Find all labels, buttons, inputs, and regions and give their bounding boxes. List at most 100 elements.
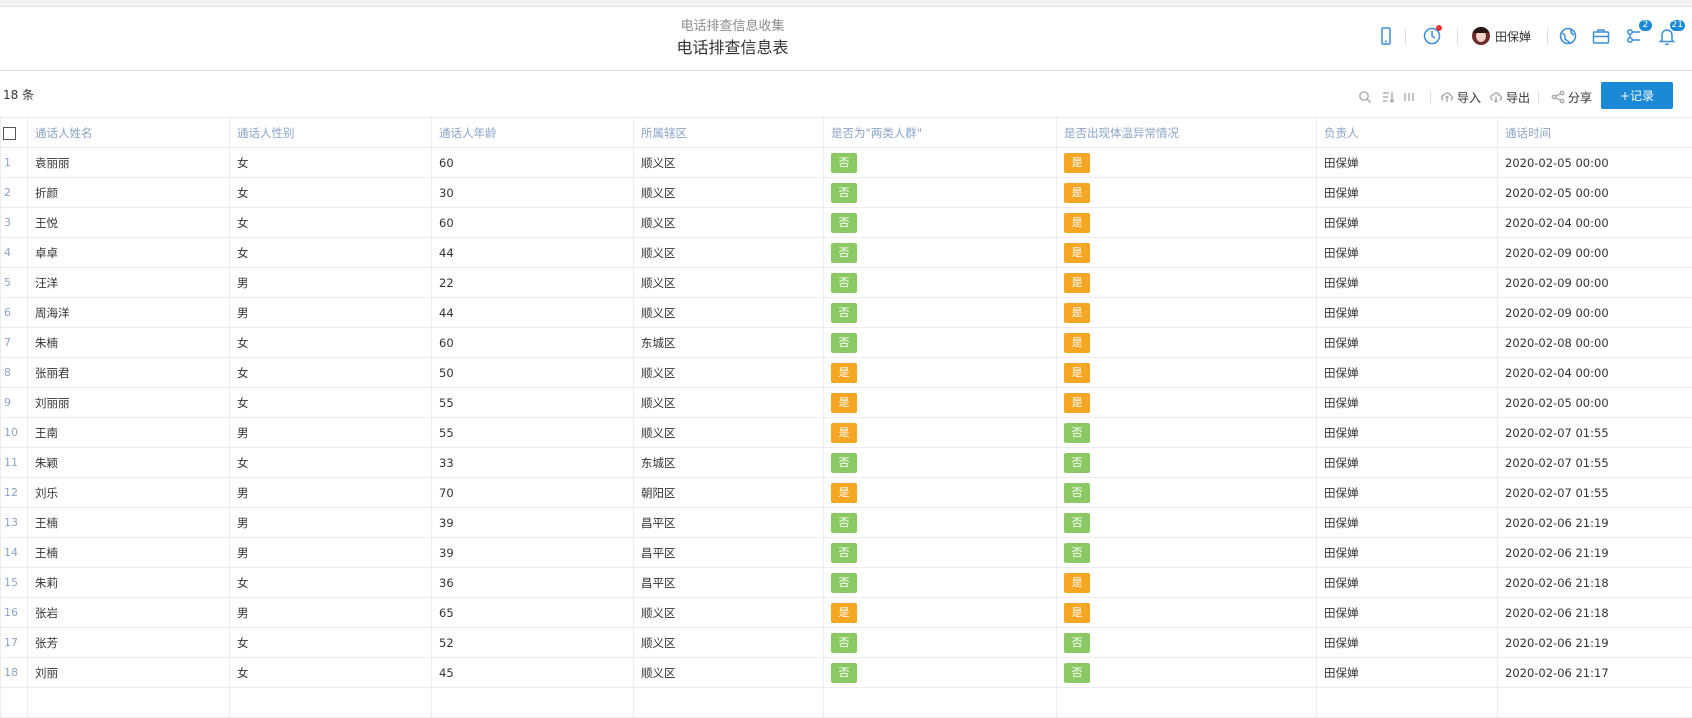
table-row[interactable]: 17张芳女52顺义区否否田保婵2020-02-06 21:19 [1, 628, 1692, 658]
cell-call-time[interactable]: 2020-02-05 00:00 [1498, 148, 1692, 178]
cell-two-groups[interactable]: 否 [824, 508, 1057, 538]
cell-gender[interactable]: 女 [230, 148, 432, 178]
cell-district[interactable]: 昌平区 [634, 538, 824, 568]
cell-two-groups[interactable]: 是 [824, 598, 1057, 628]
table-row[interactable]: 9刘丽丽女55顺义区是是田保婵2020-02-05 00:00 [1, 388, 1692, 418]
cell-temp-abnormal[interactable]: 是 [1057, 208, 1317, 238]
cell-two-groups[interactable]: 是 [824, 418, 1057, 448]
briefcase-icon[interactable] [1589, 24, 1613, 48]
cell-call-time[interactable]: 2020-02-06 21:17 [1498, 658, 1692, 688]
cell-district[interactable]: 顺义区 [634, 238, 824, 268]
sort-icon[interactable] [1381, 88, 1398, 106]
table-row[interactable]: 13王楠男39昌平区否否田保婵2020-02-06 21:19 [1, 508, 1692, 538]
cell-name[interactable]: 张岩 [28, 598, 230, 628]
cell-name[interactable]: 王南 [28, 418, 230, 448]
add-record-button[interactable]: +记录 [1601, 82, 1673, 109]
column-header[interactable]: 通话时间 [1498, 118, 1692, 148]
cell-call-time[interactable]: 2020-02-05 00:00 [1498, 178, 1692, 208]
cell-owner[interactable]: 田保婵 [1317, 178, 1498, 208]
cell-owner[interactable]: 田保婵 [1317, 628, 1498, 658]
cell-owner[interactable]: 田保婵 [1317, 478, 1498, 508]
cell-two-groups[interactable]: 是 [824, 358, 1057, 388]
cell-age[interactable]: 70 [432, 478, 634, 508]
cell-temp-abnormal[interactable]: 是 [1057, 358, 1317, 388]
cell-name[interactable]: 张芳 [28, 628, 230, 658]
cell-name[interactable]: 王悦 [28, 208, 230, 238]
cell-district[interactable]: 顺义区 [634, 628, 824, 658]
cell-owner[interactable]: 田保婵 [1317, 358, 1498, 388]
cell-district[interactable]: 顺义区 [634, 598, 824, 628]
select-all-checkbox[interactable] [3, 127, 16, 140]
cell-district[interactable]: 顺义区 [634, 208, 824, 238]
share-button[interactable]: 分享 [1551, 88, 1592, 106]
cell-age[interactable]: 45 [432, 658, 634, 688]
column-header[interactable]: 通话人年龄 [432, 118, 634, 148]
cell-age[interactable]: 44 [432, 238, 634, 268]
cell-gender[interactable]: 女 [230, 178, 432, 208]
cell-temp-abnormal[interactable]: 是 [1057, 598, 1317, 628]
cell-gender[interactable]: 女 [230, 568, 432, 598]
cell-call-time[interactable]: 2020-02-07 01:55 [1498, 418, 1692, 448]
history-icon[interactable] [1420, 24, 1444, 48]
cell-owner[interactable]: 田保婵 [1317, 418, 1498, 448]
cell-name[interactable]: 王楠 [28, 508, 230, 538]
cell-name[interactable]: 袁丽丽 [28, 148, 230, 178]
cell-temp-abnormal[interactable]: 是 [1057, 178, 1317, 208]
table-row[interactable]: 6周海洋男44顺义区否是田保婵2020-02-09 00:00 [1, 298, 1692, 328]
cell-name[interactable]: 张丽君 [28, 358, 230, 388]
cell-district[interactable]: 顺义区 [634, 658, 824, 688]
table-row[interactable]: 1袁丽丽女60顺义区否是田保婵2020-02-05 00:00 [1, 148, 1692, 178]
cell-district[interactable]: 东城区 [634, 328, 824, 358]
table-row[interactable]: 8张丽君女50顺义区是是田保婵2020-02-04 00:00 [1, 358, 1692, 388]
cell-temp-abnormal[interactable]: 否 [1057, 538, 1317, 568]
cell-temp-abnormal[interactable]: 是 [1057, 268, 1317, 298]
cell-owner[interactable]: 田保婵 [1317, 208, 1498, 238]
cell-district[interactable]: 顺义区 [634, 178, 824, 208]
globe-icon[interactable] [1556, 24, 1580, 48]
table-row[interactable]: 7朱楠女60东城区否是田保婵2020-02-08 00:00 [1, 328, 1692, 358]
cell-call-time[interactable]: 2020-02-06 21:19 [1498, 628, 1692, 658]
cell-gender[interactable]: 男 [230, 508, 432, 538]
cell-gender[interactable]: 女 [230, 328, 432, 358]
cell-call-time[interactable]: 2020-02-06 21:19 [1498, 538, 1692, 568]
cell-temp-abnormal[interactable]: 是 [1057, 568, 1317, 598]
cell-name[interactable]: 汪洋 [28, 268, 230, 298]
table-row[interactable]: 11朱颖女33东城区否否田保婵2020-02-07 01:55 [1, 448, 1692, 478]
cell-temp-abnormal[interactable]: 否 [1057, 478, 1317, 508]
cell-gender[interactable]: 男 [230, 538, 432, 568]
cell-two-groups[interactable]: 否 [824, 628, 1057, 658]
cell-owner[interactable]: 田保婵 [1317, 298, 1498, 328]
cell-age[interactable]: 55 [432, 418, 634, 448]
cell-temp-abnormal[interactable]: 否 [1057, 418, 1317, 448]
cell-age[interactable]: 60 [432, 148, 634, 178]
cell-gender[interactable]: 女 [230, 658, 432, 688]
cell-gender[interactable]: 男 [230, 418, 432, 448]
cell-district[interactable]: 顺义区 [634, 148, 824, 178]
cell-gender[interactable]: 女 [230, 208, 432, 238]
cell-name[interactable]: 刘乐 [28, 478, 230, 508]
cell-gender[interactable]: 女 [230, 448, 432, 478]
cell-age[interactable]: 60 [432, 208, 634, 238]
cell-age[interactable]: 22 [432, 268, 634, 298]
cell-temp-abnormal[interactable]: 否 [1057, 628, 1317, 658]
cell-name[interactable]: 卓卓 [28, 238, 230, 268]
cell-age[interactable]: 30 [432, 178, 634, 208]
cell-gender[interactable]: 男 [230, 598, 432, 628]
column-header[interactable]: 通话人姓名 [28, 118, 230, 148]
cell-name[interactable]: 王楠 [28, 538, 230, 568]
column-header[interactable]: 是否出现体温异常情况 [1057, 118, 1317, 148]
cell-owner[interactable]: 田保婵 [1317, 148, 1498, 178]
cell-owner[interactable]: 田保婵 [1317, 598, 1498, 628]
cell-name[interactable]: 折颜 [28, 178, 230, 208]
cell-call-time[interactable]: 2020-02-06 21:18 [1498, 568, 1692, 598]
cell-age[interactable]: 39 [432, 508, 634, 538]
cell-call-time[interactable]: 2020-02-06 21:19 [1498, 508, 1692, 538]
cell-temp-abnormal[interactable]: 否 [1057, 508, 1317, 538]
cell-district[interactable]: 顺义区 [634, 298, 824, 328]
cell-two-groups[interactable]: 否 [824, 238, 1057, 268]
cell-district[interactable]: 顺义区 [634, 418, 824, 448]
cell-district[interactable]: 东城区 [634, 448, 824, 478]
cell-two-groups[interactable]: 否 [824, 148, 1057, 178]
cell-two-groups[interactable]: 否 [824, 568, 1057, 598]
cell-gender[interactable]: 女 [230, 388, 432, 418]
